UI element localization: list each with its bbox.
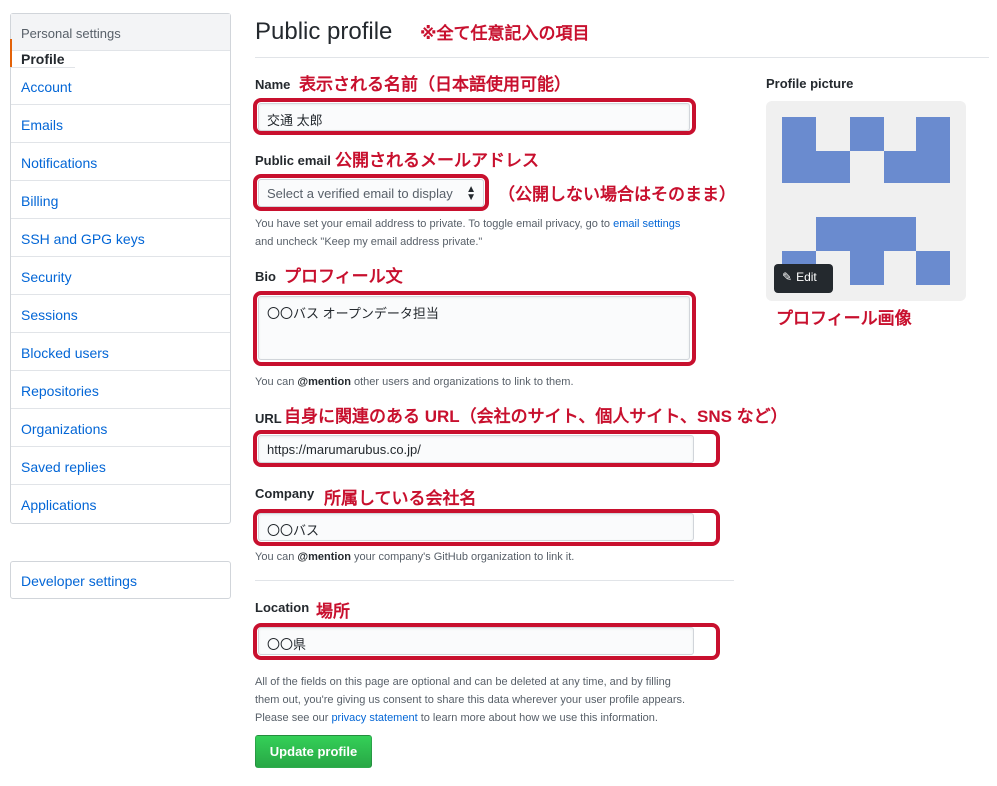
bio-label: Bio: [255, 269, 276, 284]
sidebar-item-blocked-users[interactable]: Blocked users: [11, 333, 230, 371]
optional-fields-note: All of the fields on this page are optio…: [255, 673, 735, 727]
sidebar-item-saved-replies[interactable]: Saved replies: [11, 447, 230, 485]
footer-note-line-3-end: to learn more about how we use this info…: [417, 712, 658, 724]
title-annotation: ※全て任意記入の項目: [420, 24, 590, 43]
settings-sidebar: Personal settings Profile Account Emails…: [10, 13, 231, 524]
public-email-label: Public email: [255, 153, 331, 168]
url-highlight: [253, 430, 720, 467]
sidebar-item-emails[interactable]: Emails: [11, 105, 230, 143]
sidebar-item-security[interactable]: Security: [11, 257, 230, 295]
bio-note-mention: @mention: [297, 376, 351, 388]
sidebar-item-notifications[interactable]: Notifications: [11, 143, 230, 181]
name-highlight: [253, 98, 696, 135]
bio-highlight: [253, 291, 696, 366]
sidebar-item-account[interactable]: Account: [11, 67, 230, 105]
page-title: Public profile: [255, 18, 393, 45]
footer-note-line-1: All of the fields on this page are optio…: [255, 676, 671, 688]
public-email-side-annotation: （公開しない場合はそのまま）: [498, 185, 736, 204]
sidebar-item-applications[interactable]: Applications: [11, 485, 230, 523]
pencil-icon: ✎: [782, 270, 793, 284]
public-email-note-text: You have set your email address to priva…: [255, 218, 614, 230]
update-profile-button[interactable]: Update profile: [255, 735, 372, 768]
company-highlight: [253, 509, 720, 546]
bio-note-text: You can: [255, 376, 298, 388]
company-note: You can @mention your company's GitHub o…: [255, 548, 574, 566]
footer-note-line-3: Please see our: [255, 712, 332, 724]
profile-picture-annotation: プロフィール画像: [776, 309, 912, 328]
title-divider: [255, 57, 989, 58]
sidebar-item-organizations[interactable]: Organizations: [11, 409, 230, 447]
company-annotation: 所属している会社名: [324, 489, 477, 508]
edit-profile-picture-button[interactable]: ✎ Edit: [774, 264, 833, 293]
name-annotation: 表示される名前（日本語使用可能）: [299, 75, 571, 94]
name-label: Name: [255, 77, 291, 92]
profile-picture-label: Profile picture: [766, 76, 854, 91]
sidebar-item-repositories[interactable]: Repositories: [11, 371, 230, 409]
public-email-highlight: [253, 174, 489, 211]
company-note-mention: @mention: [297, 551, 351, 563]
sidebar-item-sessions[interactable]: Sessions: [11, 295, 230, 333]
company-note-text-2: your company's GitHub organization to li…: [350, 551, 575, 563]
sidebar-item-ssh-gpg-keys[interactable]: SSH and GPG keys: [11, 219, 230, 257]
sidebar-item-developer-settings[interactable]: Developer settings: [11, 562, 230, 598]
footer-note-line-2: them out, you're giving us consent to sh…: [255, 694, 686, 706]
email-settings-link[interactable]: email settings: [613, 218, 680, 230]
sidebar-item-billing[interactable]: Billing: [11, 181, 230, 219]
sidebar-item-profile[interactable]: Profile: [11, 39, 75, 68]
bio-annotation: プロフィール文: [284, 267, 403, 286]
url-label: URL: [255, 411, 282, 426]
public-email-note-text-2: and uncheck "Keep my email address priva…: [255, 236, 483, 248]
edit-label: Edit: [796, 270, 817, 284]
location-annotation: 場所: [316, 602, 350, 621]
privacy-statement-link[interactable]: privacy statement: [331, 712, 417, 724]
developer-sidebar: Developer settings: [10, 561, 231, 599]
bio-note: You can @mention other users and organiz…: [255, 373, 574, 391]
bio-note-text-2: other users and organizations to link to…: [350, 376, 574, 388]
url-annotation: 自身に関連のある URL（会社のサイト、個人サイト、SNS など）: [284, 407, 788, 426]
company-label: Company: [255, 486, 315, 501]
section-divider: [255, 580, 734, 581]
public-email-annotation: 公開されるメールアドレス: [335, 151, 539, 170]
public-email-note: You have set your email address to priva…: [255, 215, 735, 251]
location-highlight: [253, 623, 720, 660]
company-note-text: You can: [255, 551, 298, 563]
location-label: Location: [255, 600, 310, 615]
